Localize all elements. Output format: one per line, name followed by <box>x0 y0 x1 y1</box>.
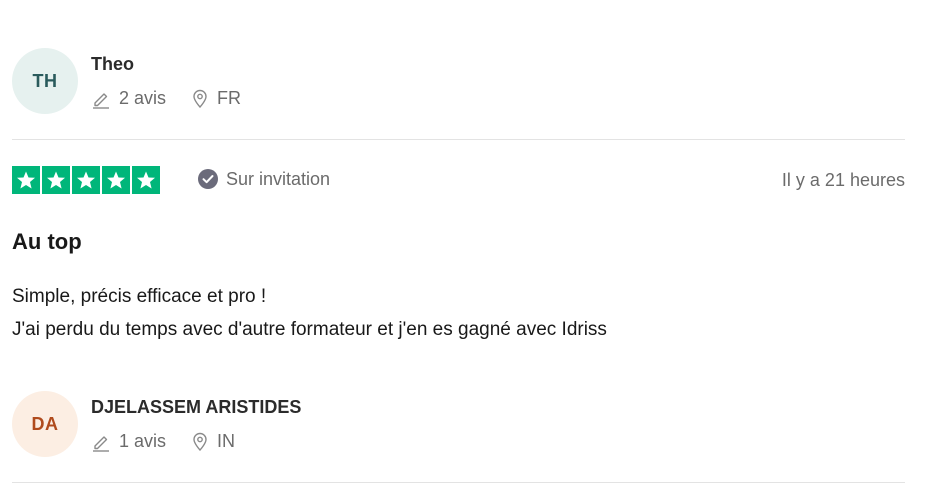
reviewer-country: IN <box>191 431 235 452</box>
star-icon <box>42 166 70 194</box>
review-card: TH Theo 2 avis FR <box>12 48 905 118</box>
check-circle-icon <box>198 169 218 189</box>
reviewer-meta: 2 avis FR <box>91 88 266 109</box>
country-label: IN <box>217 431 236 451</box>
verified-label: Sur invitation <box>226 168 331 189</box>
reviewer-info: DA DJELASSEM ARISTIDES 1 avis IN <box>12 391 905 461</box>
star-icon <box>132 166 160 194</box>
reviewer-meta: 1 avis IN <box>91 431 260 452</box>
rating-row: Sur invitation Il y a 21 heures <box>12 166 905 196</box>
review-body-line: J'ai perdu du temps avec d'autre formate… <box>12 319 607 340</box>
review-card: DA DJELASSEM ARISTIDES 1 avis IN <box>12 391 905 461</box>
review-title[interactable]: Au top <box>12 229 82 255</box>
review-count: 2 avis <box>91 88 166 109</box>
review-body: Simple, précis efficace et pro ! J'ai pe… <box>12 280 607 346</box>
review-count-label: 1 avis <box>119 431 167 451</box>
location-pin-icon <box>193 89 207 108</box>
country-label: FR <box>217 88 242 108</box>
review-count: 1 avis <box>91 431 166 452</box>
star-icon <box>72 166 100 194</box>
pencil-icon <box>93 435 109 452</box>
review-count-label: 2 avis <box>119 88 167 108</box>
divider <box>12 139 905 140</box>
reviewer-info: TH Theo 2 avis FR <box>12 48 905 118</box>
reviewer-country: FR <box>191 88 241 109</box>
review-body-line: Simple, précis efficace et pro ! <box>12 286 267 307</box>
avatar[interactable]: DA <box>12 391 78 457</box>
avatar[interactable]: TH <box>12 48 78 114</box>
star-icon <box>12 166 40 194</box>
reviews-page: TH Theo 2 avis FR Sur invitation Il y a … <box>0 0 926 490</box>
location-pin-icon <box>193 432 207 451</box>
star-icon <box>102 166 130 194</box>
reviewer-name[interactable]: DJELASSEM ARISTIDES <box>91 397 301 418</box>
pencil-icon <box>93 92 109 109</box>
star-rating <box>12 166 162 194</box>
divider <box>12 482 905 483</box>
reviewer-name[interactable]: Theo <box>91 54 134 75</box>
verified-badge[interactable]: Sur invitation <box>197 168 330 190</box>
review-date: Il y a 21 heures <box>781 170 905 190</box>
